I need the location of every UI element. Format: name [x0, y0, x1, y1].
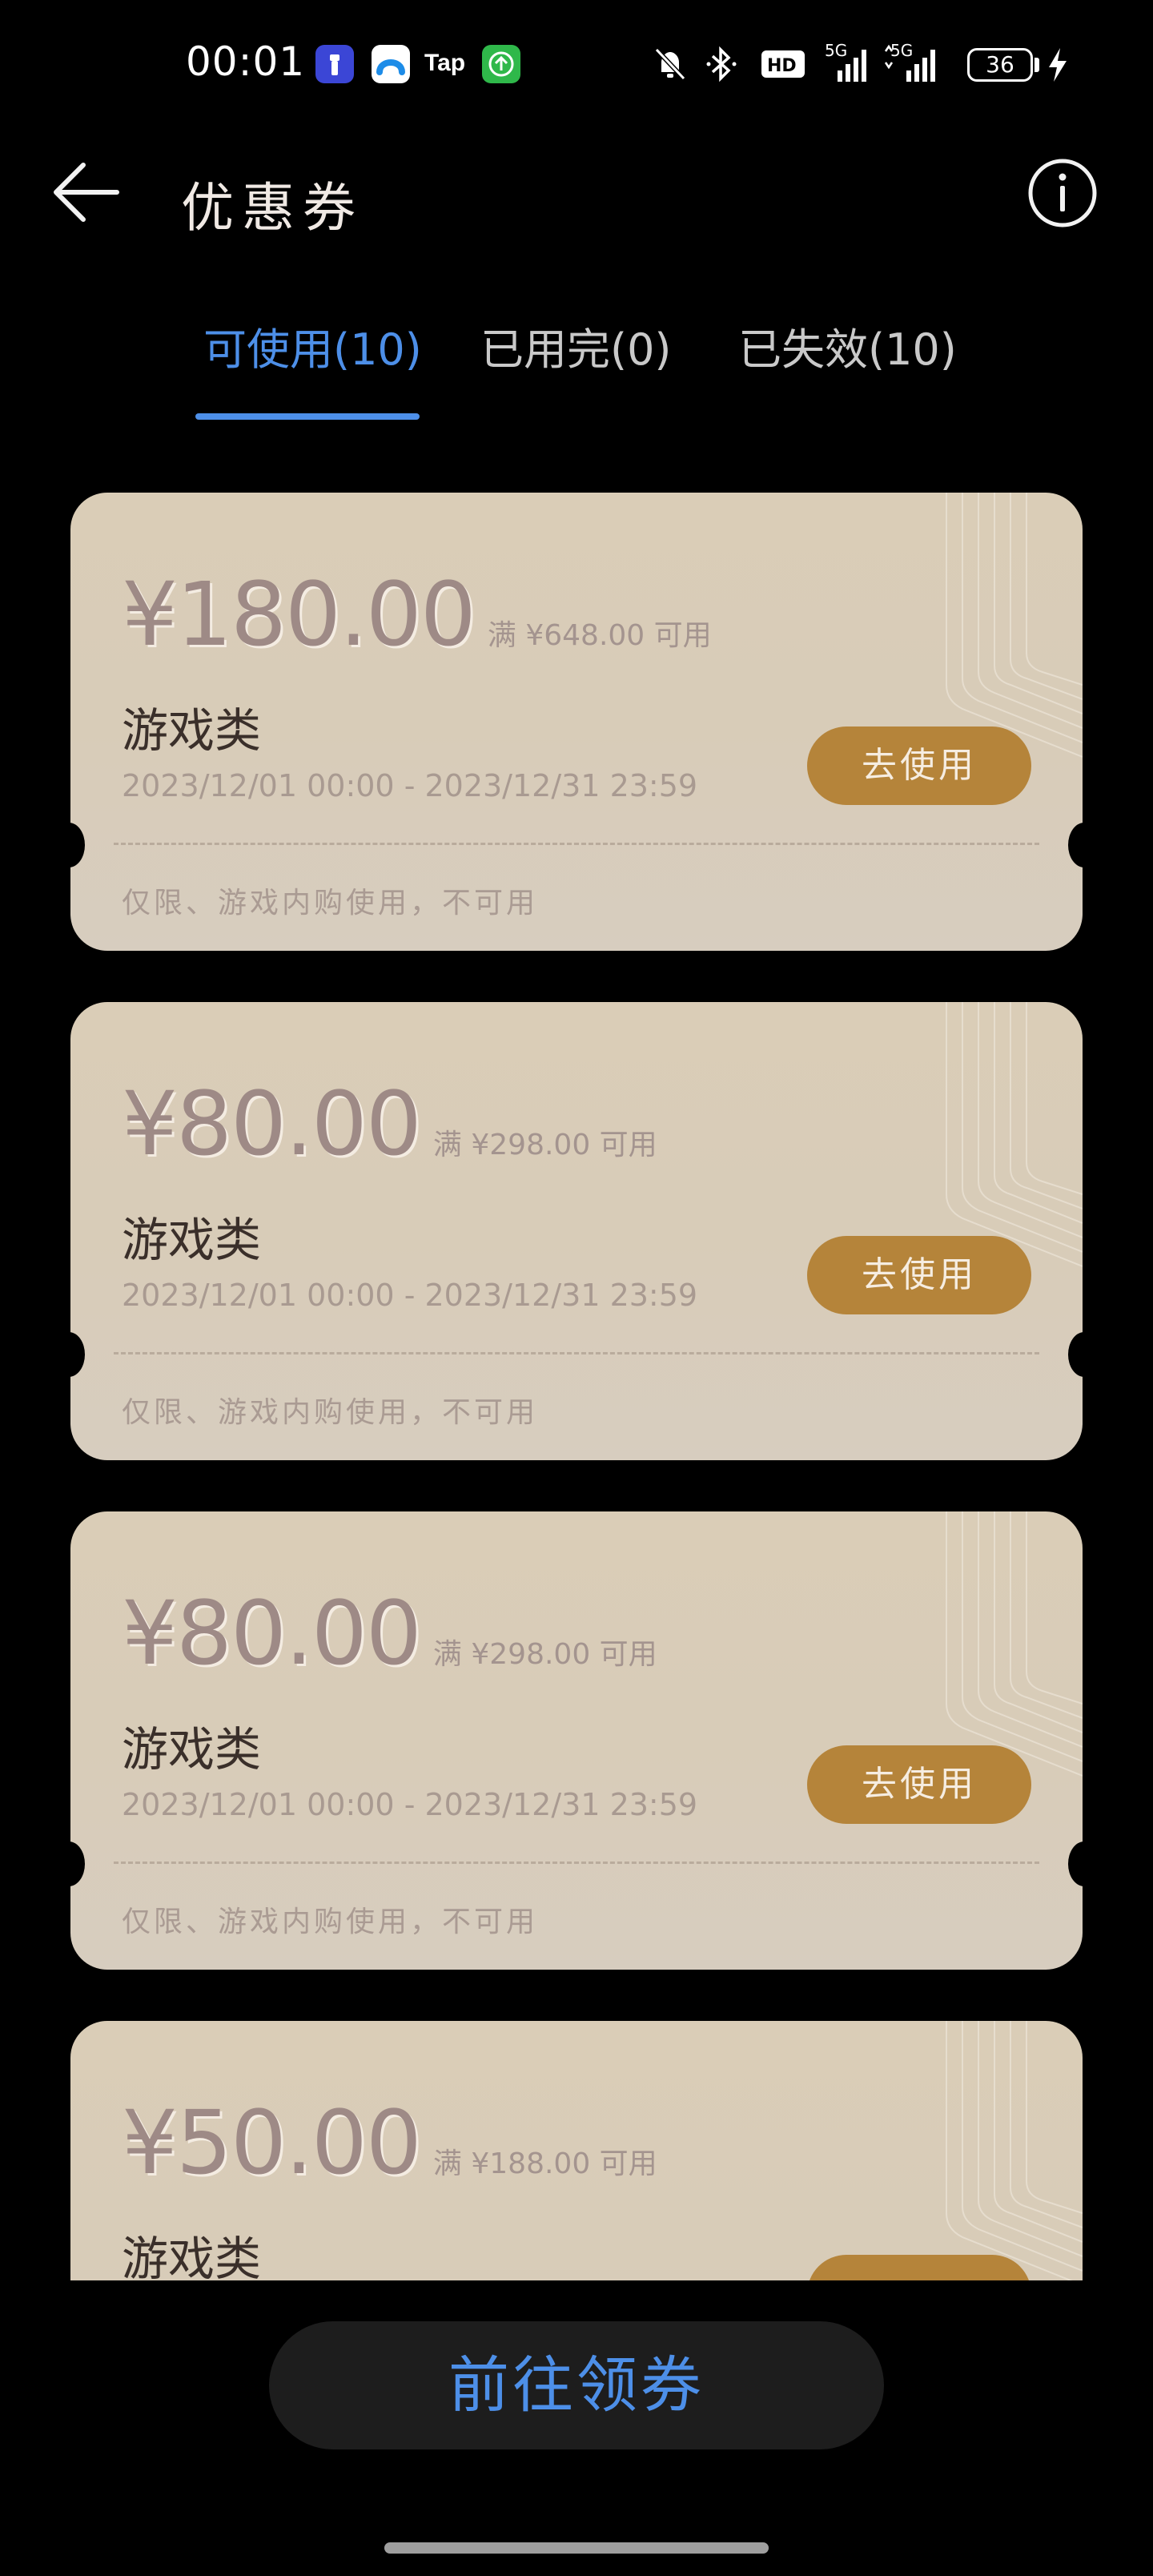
- network-label: 5G: [825, 41, 847, 60]
- battery-level: 36: [986, 51, 1014, 78]
- coupon-validity: 2023/12/01 00:00 - 2023/12/31 23:59: [122, 1278, 698, 1313]
- hd-icon: HD: [761, 50, 805, 98]
- coupon-threshold: 满 ¥188.00 可用: [432, 2147, 657, 2180]
- coupon-decoration: [946, 1002, 1083, 1267]
- coupon-decoration: [946, 493, 1083, 758]
- coupon-amount-row: ¥80.00 满 ¥298.00 可用: [122, 1073, 657, 1175]
- signal-icon: 5G: [822, 40, 874, 88]
- coupon-validity: 2023/12/01 00:00 - 2023/12/31 23:59: [122, 768, 698, 803]
- info-circle-icon: [1028, 159, 1097, 227]
- coupon-card: ¥180.00 满 ¥648.00 可用 游戏类 2023/12/01 00:00…: [70, 493, 1083, 951]
- tab-expired[interactable]: 已失效(10): [738, 314, 957, 377]
- claim-coupons-button[interactable]: 前往领券: [269, 2321, 884, 2449]
- coupon-category: 游戏类: [122, 1213, 262, 1267]
- coupon-notch: [70, 823, 85, 867]
- status-time: 00:01: [186, 38, 306, 85]
- coupon-notch: [70, 1841, 85, 1886]
- coupon-restriction: 仅限、游戏内购使用，不可用: [122, 1396, 539, 1429]
- blue-app-icon: [372, 45, 410, 83]
- use-coupon-button[interactable]: 去使用: [807, 1236, 1031, 1314]
- tap-app-icon: Tap: [424, 50, 466, 76]
- coupon-amount: ¥50.00: [122, 2091, 422, 2194]
- use-coupon-button[interactable]: 去使用: [807, 1745, 1031, 1824]
- coupon-category: 游戏类: [122, 1722, 262, 1777]
- coupon-notch: [70, 1332, 85, 1377]
- arrow-left-icon: [54, 163, 119, 222]
- coupon-threshold: 满 ¥298.00 可用: [432, 1638, 657, 1671]
- coupon-amount-row: ¥180.00 满 ¥648.00 可用: [122, 563, 712, 666]
- tab-available[interactable]: 可使用(10): [203, 314, 422, 377]
- coupon-card: ¥80.00 满 ¥298.00 可用 游戏类 2023/12/01 00:00 …: [70, 1511, 1083, 1970]
- battery-icon: 36: [967, 48, 1033, 82]
- home-indicator[interactable]: [384, 2542, 769, 2554]
- charging-icon: [1046, 46, 1068, 95]
- coupon-amount: ¥80.00: [122, 1073, 422, 1175]
- back-button[interactable]: [48, 157, 125, 227]
- coupon-list[interactable]: ¥180.00 满 ¥648.00 可用 游戏类 2023/12/01 00:00…: [0, 493, 1153, 2280]
- flashlight-app-icon: [315, 45, 354, 83]
- coupon-amount-row: ¥80.00 满 ¥298.00 可用: [122, 1582, 657, 1684]
- bluetooth-icon: [705, 45, 740, 93]
- coupon-decoration: [946, 2021, 1083, 2280]
- coupon-restriction: 仅限、游戏内购使用，不可用: [122, 887, 539, 920]
- mute-icon: [652, 45, 689, 93]
- coupon-divider: [114, 1352, 1039, 1354]
- status-bar: 00:01 Tap HD 5G 5G 36: [0, 0, 1153, 128]
- coupon-divider: [114, 843, 1039, 845]
- coupon-threshold: 满 ¥298.00 可用: [432, 1129, 657, 1161]
- coupon-amount-row: ¥50.00 满 ¥188.00 可用: [122, 2091, 657, 2194]
- coupon-category: 游戏类: [122, 2232, 262, 2280]
- tab-used[interactable]: 已用完(0): [480, 314, 672, 377]
- tab-bar: 可使用(10) 已用完(0) 已失效(10): [0, 314, 1153, 426]
- battery-tip: [1034, 58, 1039, 72]
- coupon-card: ¥80.00 满 ¥298.00 可用 游戏类 2023/12/01 00:00 …: [70, 1002, 1083, 1460]
- use-coupon-button[interactable]: [807, 2255, 1031, 2280]
- hd-label: HD: [767, 56, 797, 76]
- coupon-validity: 2023/12/01 00:00 - 2023/12/31 23:59: [122, 1787, 698, 1822]
- coupon-amount: ¥180.00: [122, 563, 476, 666]
- coupon-amount: ¥80.00: [122, 1582, 422, 1684]
- coupon-category: 游戏类: [122, 703, 262, 758]
- info-button[interactable]: [1026, 157, 1099, 229]
- green-upload-app-icon: [482, 45, 520, 83]
- page-title: 优惠券: [181, 177, 364, 239]
- signal-icon: 5G: [884, 40, 953, 88]
- tab-active-indicator: [195, 413, 420, 420]
- coupon-decoration: [946, 1511, 1083, 1777]
- network-label: 5G: [890, 41, 913, 60]
- coupon-restriction: 仅限、游戏内购使用，不可用: [122, 1906, 539, 1938]
- header: 优惠券: [0, 136, 1153, 248]
- coupon-card: ¥50.00 满 ¥188.00 可用 游戏类: [70, 2021, 1083, 2280]
- coupon-divider: [114, 1862, 1039, 1864]
- use-coupon-button[interactable]: 去使用: [807, 727, 1031, 805]
- coupon-threshold: 满 ¥648.00 可用: [487, 619, 712, 652]
